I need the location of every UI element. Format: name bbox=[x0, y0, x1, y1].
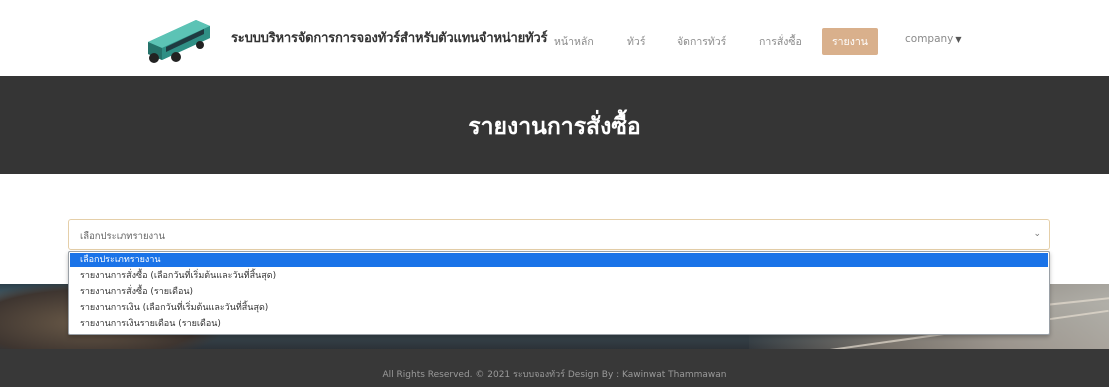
navbar: ระบบบริหารจัดการการจองทัวร์สำหรับตัวแทนจ… bbox=[0, 0, 1109, 76]
report-type-select-value: เลือกประเภทรายงาน bbox=[80, 231, 166, 242]
page-header: รายงานการสั่งซื้อ bbox=[0, 76, 1109, 174]
report-option[interactable]: รายงานการสั่งซื้อ (รายเดือน) bbox=[70, 285, 1048, 299]
report-type-select[interactable]: เลือกประเภทรายงาน ⌄ bbox=[68, 219, 1050, 250]
report-option[interactable]: รายงานการสั่งซื้อ (เลือกวันที่เริ่มต้นแล… bbox=[70, 269, 1048, 283]
report-option[interactable]: เลือกประเภทรายงาน bbox=[70, 253, 1048, 267]
nav-company-label: company bbox=[905, 33, 954, 45]
page-title: รายงานการสั่งซื้อ bbox=[468, 114, 641, 140]
chevron-down-icon: ⌄ bbox=[1033, 229, 1041, 239]
footer-copyright: All Rights Reserved. © 2021 ระบบจองทัวร์… bbox=[382, 370, 727, 380]
nav-company-dropdown[interactable]: company ▼ bbox=[905, 33, 962, 45]
nav-tours[interactable]: ทัวร์ bbox=[627, 33, 645, 50]
bus-icon[interactable] bbox=[142, 14, 214, 66]
nav-orders[interactable]: การสั่งซื้อ bbox=[759, 33, 802, 50]
report-option[interactable]: รายงานการเงินรายเดือน (รายเดือน) bbox=[70, 317, 1048, 331]
site-brand[interactable]: ระบบบริหารจัดการการจองทัวร์สำหรับตัวแทนจ… bbox=[231, 27, 548, 48]
report-option[interactable]: รายงานการเงิน (เลือกวันที่เริ่มต้นและวัน… bbox=[70, 301, 1048, 315]
nav-manage-tours[interactable]: จัดการทัวร์ bbox=[677, 33, 726, 50]
report-type-options: เลือกประเภทรายงาน รายงานการสั่งซื้อ (เลื… bbox=[68, 251, 1050, 335]
nav-reports[interactable]: รายงาน bbox=[822, 28, 878, 55]
footer: All Rights Reserved. © 2021 ระบบจองทัวร์… bbox=[0, 349, 1109, 387]
nav-home[interactable]: หน้าหลัก bbox=[554, 33, 594, 50]
caret-down-icon: ▼ bbox=[955, 35, 962, 44]
